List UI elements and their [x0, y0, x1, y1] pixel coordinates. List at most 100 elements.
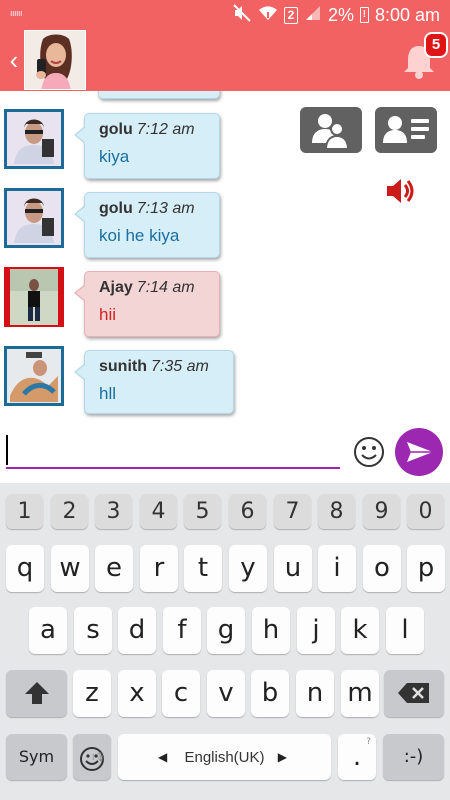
- send-button[interactable]: [395, 428, 443, 476]
- key-y[interactable]: y: [229, 545, 267, 592]
- shift-key[interactable]: [6, 670, 67, 717]
- key-y-label: y: [240, 553, 256, 583]
- key-h[interactable]: h: [252, 607, 290, 654]
- key-z[interactable]: z: [73, 670, 111, 717]
- soft-keyboard: 1 2 3 4 5 6 7 8 9 0 q w e r t y u i o p a s d f g h j k l z x c v b n m Sym ⁞…: [0, 483, 450, 800]
- key-2-label: 2: [62, 499, 77, 524]
- message-bubble[interactable]: Ajay 7:14 am hii: [74, 271, 220, 337]
- sender-avatar[interactable]: [4, 188, 64, 248]
- carrier-icon: ıııııı: [10, 8, 23, 18]
- key-e[interactable]: e: [95, 545, 133, 592]
- language-label: English(UK): [184, 749, 265, 766]
- speaker-icon[interactable]: [385, 176, 419, 206]
- key-3[interactable]: 3: [95, 494, 132, 529]
- key-p[interactable]: p: [407, 545, 445, 592]
- key-x[interactable]: x: [118, 670, 156, 717]
- key-b[interactable]: b: [251, 670, 289, 717]
- status-bar: ıııııı 2 2% ! 8:00 am: [0, 0, 450, 30]
- sender-name: sunith: [99, 358, 147, 375]
- key-g[interactable]: g: [207, 607, 245, 654]
- key-k-label: k: [352, 615, 368, 645]
- message-bubble[interactable]: sunith 7:35 am hll: [74, 350, 234, 414]
- key-w[interactable]: w: [51, 545, 89, 592]
- key-v-label: v: [218, 678, 234, 708]
- period-key-label: .: [352, 742, 362, 772]
- message-time: 7:12 am: [136, 121, 195, 138]
- sender-avatar[interactable]: [4, 346, 64, 406]
- key-k[interactable]: k: [341, 607, 379, 654]
- key-9[interactable]: 9: [363, 494, 400, 529]
- key-t[interactable]: t: [184, 545, 222, 592]
- send-icon: [407, 442, 433, 462]
- key-8[interactable]: 8: [318, 494, 355, 529]
- sender-avatar[interactable]: [4, 267, 64, 327]
- group-icon: [312, 114, 350, 150]
- key-u[interactable]: u: [274, 545, 312, 592]
- key-5-label: 5: [195, 499, 210, 524]
- period-key[interactable]: .?: [338, 734, 376, 780]
- composer: [0, 421, 450, 483]
- contact-card-button[interactable]: [375, 107, 437, 153]
- key-a[interactable]: a: [29, 607, 67, 654]
- message-text: koi he kiya: [99, 226, 180, 245]
- key-r-label: r: [153, 553, 165, 583]
- sym-key[interactable]: Sym: [6, 734, 67, 780]
- key-u-label: u: [284, 553, 302, 583]
- emoji-keyboard-key[interactable]: ⁞🎙: [73, 734, 111, 780]
- key-4[interactable]: 4: [140, 494, 177, 529]
- message-bubble[interactable]: golu 7:13 am koi he kiya: [74, 192, 220, 258]
- group-members-button[interactable]: [300, 107, 362, 153]
- key-f[interactable]: f: [163, 607, 201, 654]
- key-o[interactable]: o: [363, 545, 401, 592]
- emoji-button[interactable]: [353, 436, 385, 468]
- key-6[interactable]: 6: [229, 494, 266, 529]
- key-0-label: 0: [418, 499, 433, 524]
- sender-name: Ajay: [99, 279, 133, 296]
- key-o-label: o: [374, 553, 390, 583]
- backspace-icon: [398, 683, 429, 703]
- key-s[interactable]: s: [74, 607, 112, 654]
- key-d[interactable]: d: [118, 607, 156, 654]
- sender-avatar[interactable]: [4, 109, 64, 169]
- sym-key-label: Sym: [18, 747, 55, 766]
- smiley-key[interactable]: :-): [383, 734, 444, 780]
- message-time: 7:35 am: [151, 358, 209, 375]
- key-0[interactable]: 0: [407, 494, 444, 529]
- key-l[interactable]: l: [386, 607, 424, 654]
- backspace-key[interactable]: [384, 670, 444, 717]
- mute-icon: [232, 3, 252, 28]
- key-v[interactable]: v: [207, 670, 245, 717]
- contact-avatar[interactable]: [24, 30, 86, 90]
- message-bubble[interactable]: golu 7:12 am kiya: [74, 113, 220, 179]
- key-e-label: e: [106, 553, 122, 583]
- signal-icon: [304, 4, 322, 27]
- sender-name: golu: [99, 200, 133, 217]
- key-r[interactable]: r: [140, 545, 178, 592]
- key-2[interactable]: 2: [51, 494, 88, 529]
- back-button[interactable]: ‹: [4, 46, 24, 74]
- key-j[interactable]: j: [297, 607, 335, 654]
- key-s-label: s: [86, 615, 100, 645]
- key-i-label: i: [333, 553, 341, 583]
- key-5[interactable]: 5: [184, 494, 221, 529]
- message-text: hll: [99, 384, 117, 403]
- key-q[interactable]: q: [6, 545, 44, 592]
- key-w-label: w: [59, 553, 81, 583]
- space-key[interactable]: ◀ ▶ English(UK): [118, 734, 331, 780]
- key-1[interactable]: 1: [6, 494, 43, 529]
- key-n[interactable]: n: [296, 670, 334, 717]
- partial-message-bubble: [98, 91, 220, 99]
- clock: 8:00 am: [374, 4, 440, 25]
- key-h-label: h: [262, 615, 280, 645]
- key-g-label: g: [217, 615, 235, 645]
- key-4-label: 4: [151, 499, 166, 524]
- key-m[interactable]: m: [341, 670, 379, 717]
- key-7[interactable]: 7: [274, 494, 311, 529]
- message-input[interactable]: [6, 433, 340, 469]
- key-9-label: 9: [374, 499, 389, 524]
- app-bar: ‹ 5: [0, 30, 450, 91]
- key-i[interactable]: i: [318, 545, 356, 592]
- key-c[interactable]: c: [162, 670, 200, 717]
- key-d-label: d: [128, 615, 146, 645]
- message-list[interactable]: golu 7:12 am kiya golu 7:13 am koi he kiya: [0, 91, 450, 421]
